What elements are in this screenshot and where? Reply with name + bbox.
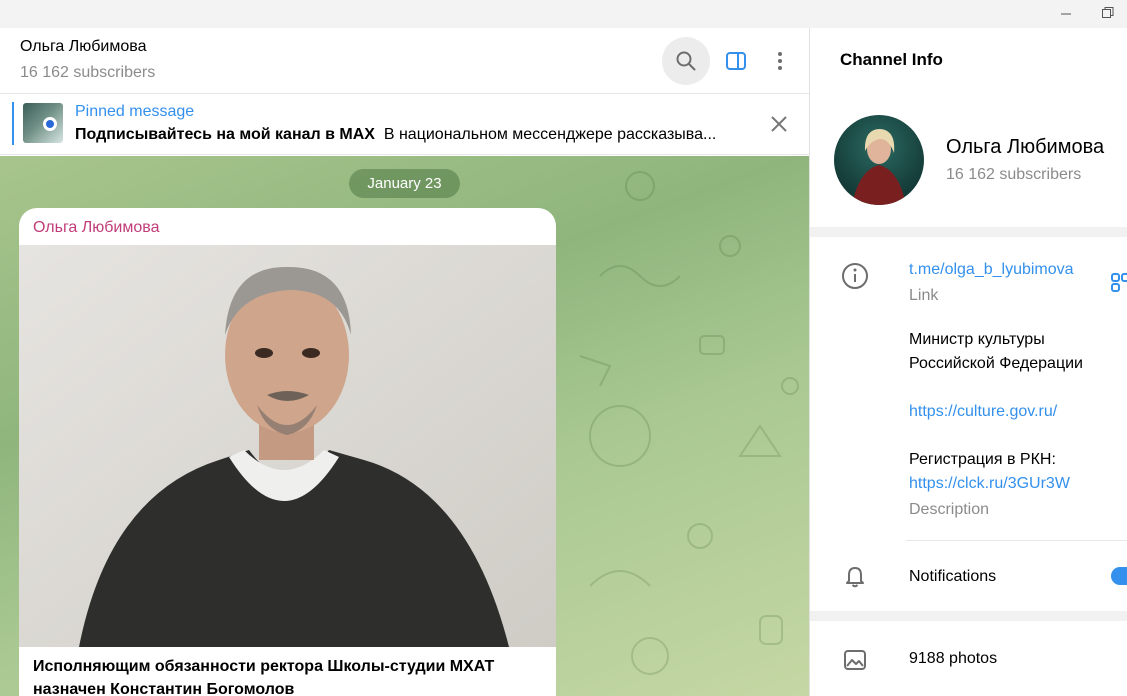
chat-header: Ольга Любимова 16 162 subscribers [0,28,809,94]
pinned-indicator [12,102,14,145]
search-button[interactable] [662,37,710,85]
minimize-icon[interactable] [1055,3,1077,23]
more-button[interactable] [756,37,804,85]
post-author[interactable]: Ольга Любимова [33,219,159,237]
channel-avatar[interactable] [834,115,924,205]
notifications-toggle[interactable] [1111,567,1127,585]
pinned-message-bar[interactable]: Pinned message Подписывайтесь на мой кан… [0,95,809,155]
pinned-thumbnail [23,103,63,143]
pinned-title: Подписывайтесь на мой канал в MAX [75,126,375,143]
qr-code-icon[interactable] [1110,272,1127,292]
chat-background: January 23 Ольга Любимова Исполняющим об… [0,156,809,696]
avatar-portrait [852,129,906,205]
pinned-preview: В национальном мессенджере рассказыва... [383,126,717,143]
panel-divider [809,28,810,696]
bell-icon [841,562,869,590]
close-pinned-button[interactable] [764,109,794,139]
window-titlebar [0,0,1127,28]
photos-count[interactable]: 9188 photos [909,650,997,668]
pinned-label: Pinned message [75,103,195,120]
notifications-label[interactable]: Notifications [909,568,996,586]
section-separator [810,611,1127,621]
toggle-info-panel-button[interactable] [712,37,760,85]
description-label: Description [909,501,990,518]
channel-info-title: Channel Info [840,50,943,69]
channel-link-label: Link [909,287,939,304]
info-icon [841,262,869,290]
channel-link[interactable]: t.me/olga_b_lyubimova [909,261,1074,279]
description-line1: Министр культуры [909,331,1045,348]
photo-icon [841,646,869,674]
registration-url[interactable]: https://clck.ru/3GUr3W [909,475,1070,493]
portrait-photo [19,245,556,647]
search-icon [676,51,696,71]
description-url[interactable]: https://culture.gov.ru/ [909,403,1057,421]
more-vertical-icon [778,52,782,70]
chat-title[interactable]: Ольга Любимова [20,38,146,56]
restore-icon[interactable] [1097,3,1119,23]
profile-name: Ольга Любимова [946,136,1105,158]
channel-info-header: Channel Info [810,28,1127,92]
description-line2: Российской Федерации [909,355,1083,372]
channel-post[interactable]: Ольга Любимова Исполняющим обязанности р… [19,208,556,696]
chat-subscribers: 16 162 subscribers [20,64,156,81]
row-divider [906,540,1127,541]
pinned-text: Подписывайтесь на мой канал в MAX В наци… [75,126,740,144]
close-icon [771,116,787,132]
section-separator [810,227,1127,237]
post-photo[interactable] [19,245,556,647]
profile-subscribers: 16 162 subscribers [946,166,1082,183]
date-badge: January 23 [349,169,460,198]
registration-text: Регистрация в РКН: [909,451,1056,468]
sidebar-panel-icon [726,52,746,70]
post-text: Исполняющим обязанности ректора Школы-ст… [33,658,495,696]
